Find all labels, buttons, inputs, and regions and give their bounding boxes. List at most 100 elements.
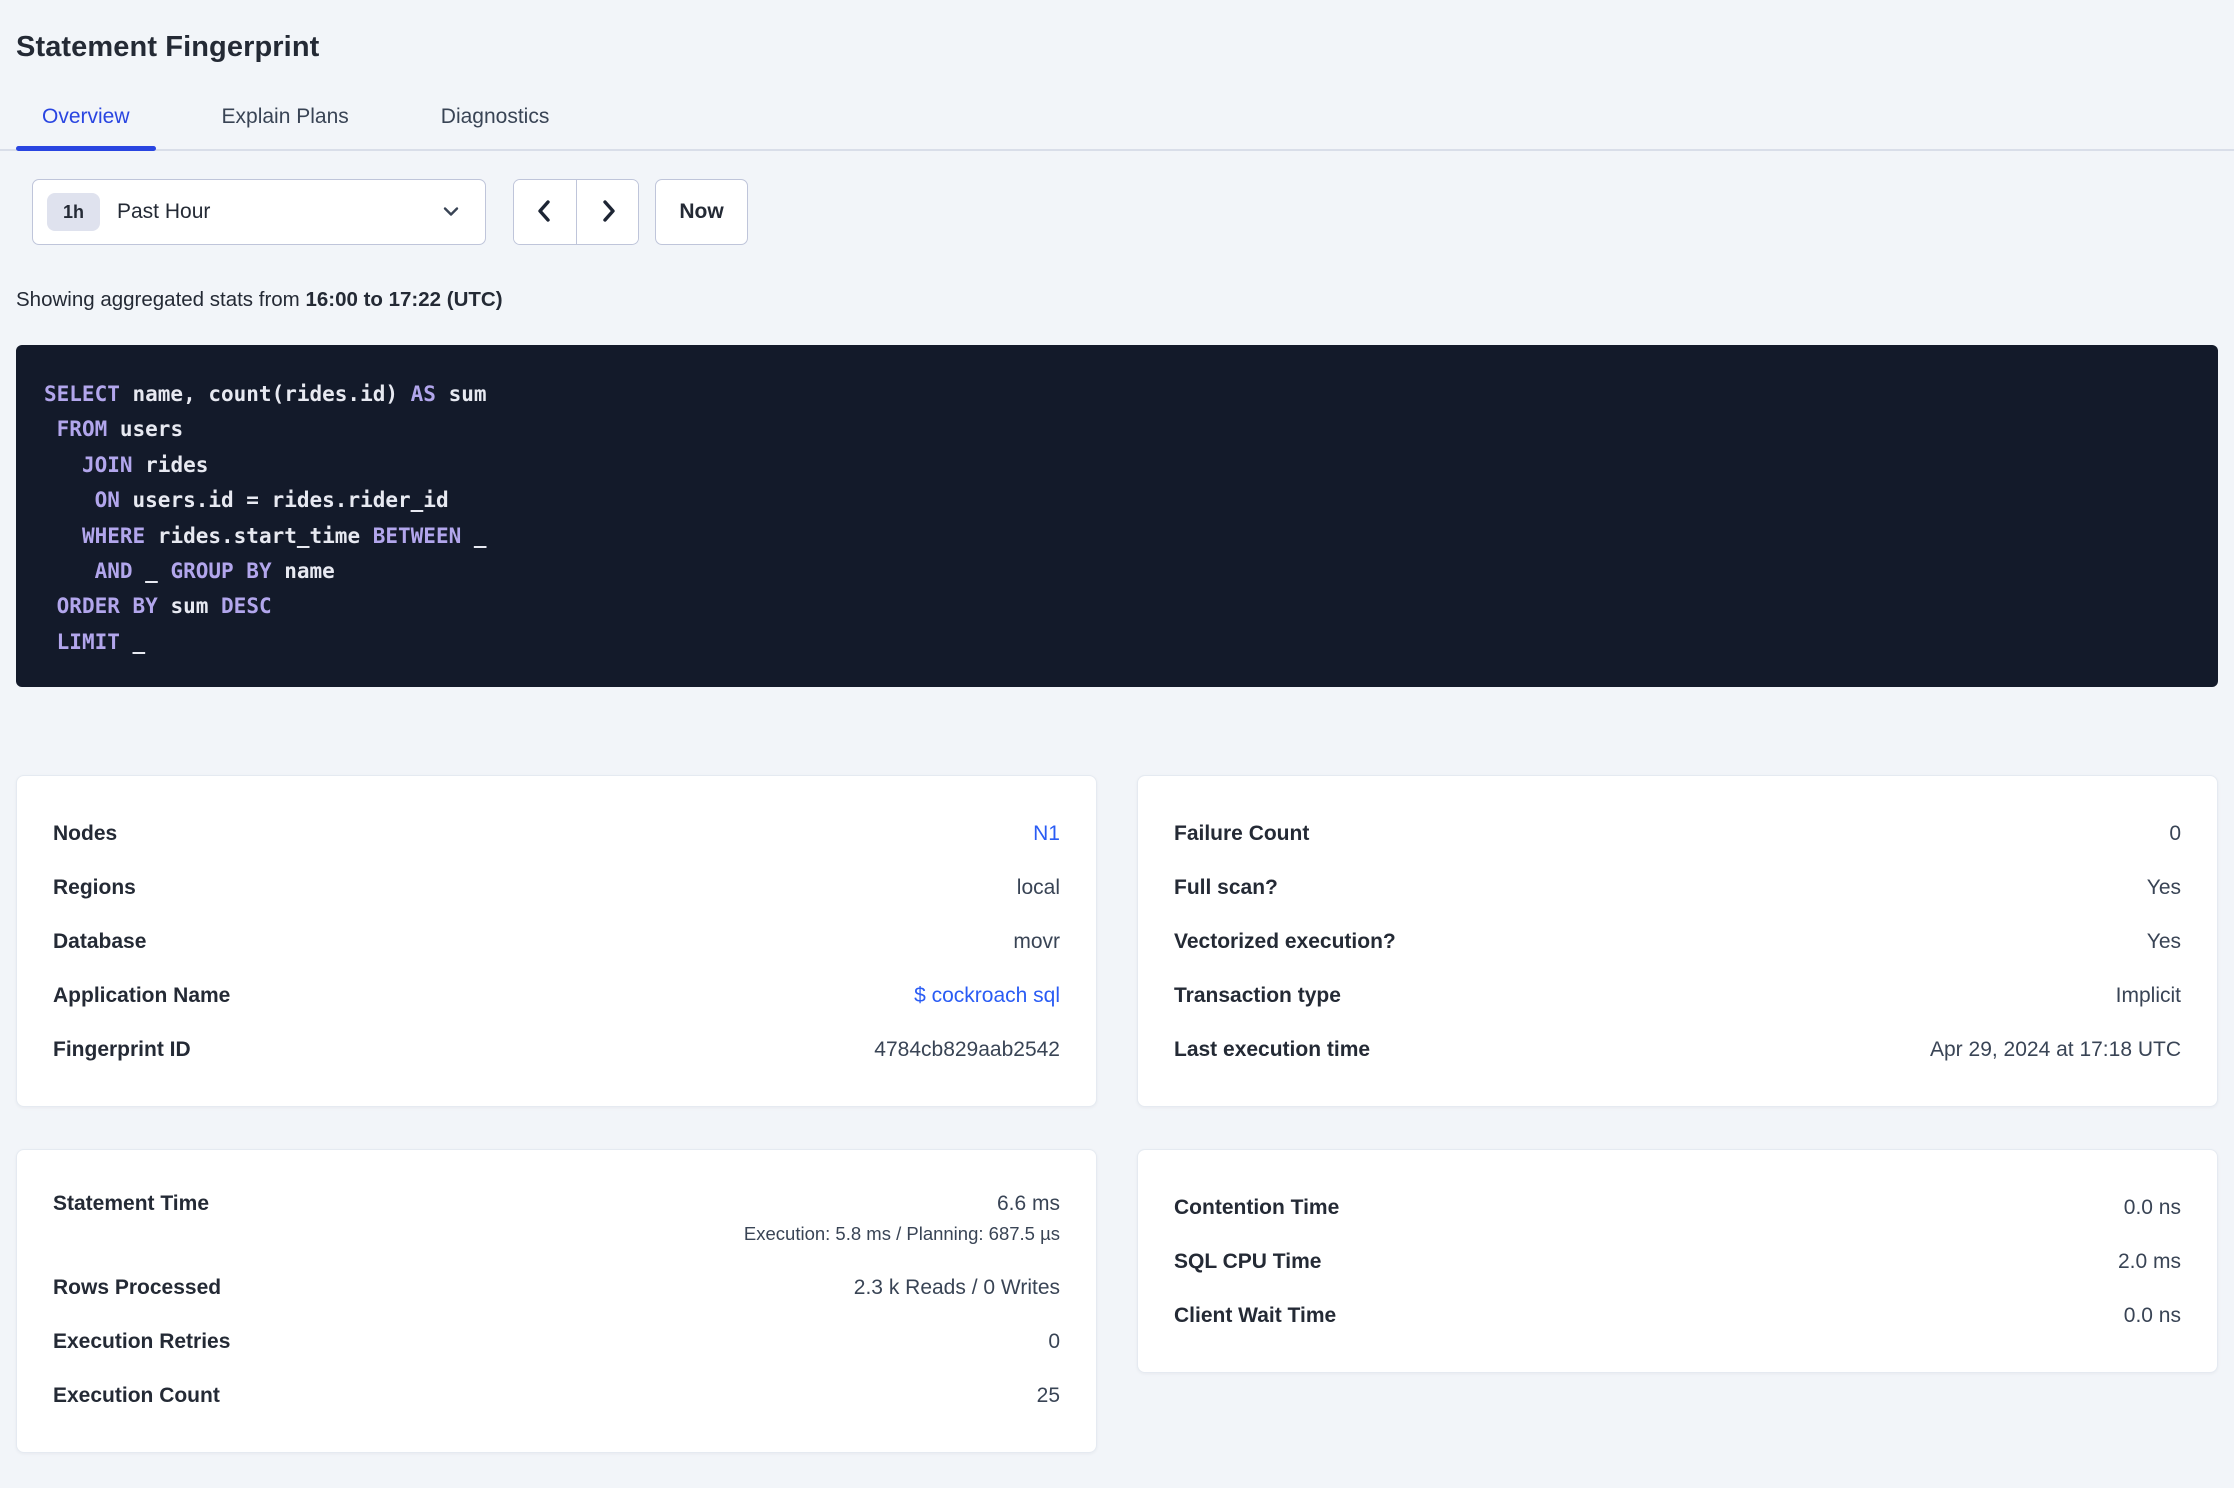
tab-explain-plans[interactable]: Explain Plans bbox=[196, 104, 375, 149]
row-value-wrap: 0 bbox=[2169, 817, 2181, 850]
row-regions: Regions local bbox=[53, 860, 1060, 914]
sql-text: name bbox=[271, 559, 335, 584]
row-value: 0.0 ns bbox=[2123, 1195, 2181, 1219]
sql-text: rides bbox=[132, 452, 209, 477]
stats-card: Nodes N1 Regions local Database movr Applicati… bbox=[16, 775, 1097, 1107]
row-database: Database movr bbox=[53, 914, 1060, 968]
row-value: 2.3 k Reads / 0 Writes bbox=[853, 1275, 1060, 1299]
row-value: Implicit bbox=[2115, 983, 2181, 1007]
row-label: Fingerprint ID bbox=[53, 1037, 191, 1061]
sql-text: _ bbox=[132, 559, 171, 584]
sql-line: JOIN rides bbox=[44, 448, 2190, 483]
nodes-link[interactable]: N1 bbox=[1033, 822, 1060, 845]
sql-keyword: ON bbox=[94, 488, 120, 513]
row-value-wrap: 6.6 ms Execution: 5.8 ms / Planning: 687.… bbox=[744, 1187, 1060, 1247]
row-value: 2.0 ms bbox=[2117, 1249, 2181, 1273]
row-value-wrap: 25 bbox=[1037, 1379, 1060, 1412]
time-range-dropdown[interactable]: 1h Past Hour bbox=[32, 179, 486, 245]
row-label: Statement Time bbox=[53, 1192, 209, 1215]
row-statement-time: Statement Time 6.6 ms Execution: 5.8 ms / … bbox=[53, 1180, 1060, 1260]
sql-keyword: SELECT bbox=[44, 382, 120, 406]
stats-line-prefix: Showing aggregated stats from bbox=[16, 288, 306, 311]
sql-text: users bbox=[107, 417, 184, 442]
page-title: Statement Fingerprint bbox=[16, 31, 320, 63]
sql-keyword: ORDER BY bbox=[56, 594, 158, 619]
row-application-name: Application Name $ cockroach sql bbox=[53, 968, 1060, 1022]
tab-bar: Overview Explain Plans Diagnostics bbox=[0, 104, 2234, 151]
chevron-right-icon bbox=[594, 197, 622, 228]
row-full-scan: Full scan? Yes bbox=[1174, 860, 2181, 914]
row-value: 4784cb829aab2542 bbox=[874, 1037, 1060, 1061]
timing-cards-row: Statement Time 6.6 ms Execution: 5.8 ms / … bbox=[16, 1149, 2218, 1453]
now-button[interactable]: Now bbox=[655, 179, 748, 245]
sql-text: users.id = rides.rider_id bbox=[119, 488, 449, 513]
row-label: Full scan? bbox=[1174, 875, 1278, 899]
row-value-wrap: local bbox=[1017, 871, 1060, 904]
row-value-wrap: 2.3 k Reads / 0 Writes bbox=[854, 1271, 1060, 1304]
sql-keyword: WHERE bbox=[81, 523, 146, 548]
row-value-wrap: 0.0 ns bbox=[2124, 1299, 2181, 1332]
sql-text: _ bbox=[461, 523, 487, 548]
sql-keyword: JOIN bbox=[81, 452, 133, 477]
application-name-link[interactable]: $ cockroach sql bbox=[914, 984, 1060, 1007]
tab-diagnostics[interactable]: Diagnostics bbox=[415, 104, 576, 149]
sql-text: sum bbox=[435, 382, 487, 406]
statement-fingerprint-page: Statement Fingerprint Overview Explain Pl… bbox=[0, 30, 2234, 1453]
sql-line: SELECT name, count(rides.id) AS sum bbox=[44, 377, 2190, 412]
sql-line: ORDER BY sum DESC bbox=[44, 589, 2190, 624]
row-label: Client Wait Time bbox=[1174, 1303, 1337, 1327]
stats-card: Statement Time 6.6 ms Execution: 5.8 ms / … bbox=[16, 1149, 1097, 1453]
row-value: local bbox=[1016, 875, 1060, 899]
sql-line: AND _ GROUP BY name bbox=[44, 554, 2190, 589]
tab-overview[interactable]: Overview bbox=[16, 104, 156, 151]
row-value: 0 bbox=[2169, 821, 2181, 845]
row-value-wrap: 4784cb829aab2542 bbox=[874, 1033, 1060, 1066]
sql-statement-text: SELECT name, count(rides.id) AS sum FROM… bbox=[44, 377, 2190, 660]
previous-time-button[interactable] bbox=[514, 180, 576, 244]
row-value: Yes bbox=[2146, 875, 2181, 899]
time-range-label: Past Hour bbox=[117, 200, 211, 223]
row-value-wrap: N1 bbox=[1033, 817, 1060, 850]
sql-keyword: LIMIT bbox=[56, 629, 120, 654]
row-execution-retries: Execution Retries 0 bbox=[53, 1314, 1060, 1368]
row-value-wrap: 2.0 ms bbox=[2118, 1245, 2181, 1278]
row-value-wrap: Yes bbox=[2147, 871, 2181, 904]
row-last-execution-time: Last execution time Apr 29, 2024 at 17:18… bbox=[1174, 1022, 2181, 1076]
row-value-wrap: Apr 29, 2024 at 17:18 UTC bbox=[1930, 1033, 2181, 1066]
sql-line: WHERE rides.start_time BETWEEN _ bbox=[44, 519, 2190, 554]
stats-card: Contention Time 0.0 ns SQL CPU Time 2.0 ms C… bbox=[1137, 1149, 2218, 1373]
sql-text: rides.start_time bbox=[145, 523, 373, 548]
row-sql-cpu-time: SQL CPU Time 2.0 ms bbox=[1174, 1234, 2181, 1288]
row-value-wrap: Implicit bbox=[2116, 979, 2181, 1012]
row-value: 25 bbox=[1036, 1383, 1060, 1407]
row-value: Apr 29, 2024 at 17:18 UTC bbox=[1930, 1037, 2181, 1061]
row-label: Nodes bbox=[53, 821, 118, 845]
row-label: Rows Processed bbox=[53, 1275, 222, 1299]
row-label: Application Name bbox=[53, 983, 231, 1007]
row-value: movr bbox=[1013, 929, 1060, 953]
row-label: Execution Retries bbox=[53, 1329, 231, 1353]
sql-keyword: AND bbox=[94, 559, 133, 584]
row-value-wrap: $ cockroach sql bbox=[914, 979, 1060, 1012]
sql-text: _ bbox=[119, 629, 146, 654]
sql-line: ON users.id = rides.rider_id bbox=[44, 483, 2190, 518]
row-label: Contention Time bbox=[1174, 1195, 1340, 1219]
sql-keyword: DESC bbox=[221, 594, 272, 619]
row-label: Transaction type bbox=[1174, 983, 1341, 1007]
aggregated-stats-line: Showing aggregated stats from 16:00 to 1… bbox=[16, 287, 2218, 313]
row-subvalue: Execution: 5.8 ms / Planning: 687.5 µs bbox=[743, 1223, 1060, 1244]
sql-keyword: AS bbox=[410, 382, 436, 406]
time-range-badge: 1h bbox=[47, 193, 100, 231]
row-label: Failure Count bbox=[1174, 821, 1310, 845]
row-client-wait-time: Client Wait Time 0.0 ns bbox=[1174, 1288, 2181, 1342]
sql-line: LIMIT _ bbox=[44, 625, 2190, 660]
row-value-wrap: Yes bbox=[2147, 925, 2181, 958]
sql-text: sum bbox=[157, 594, 222, 619]
row-value: 6.6 ms bbox=[996, 1192, 1060, 1215]
next-time-button[interactable] bbox=[576, 180, 638, 244]
row-label: SQL CPU Time bbox=[1174, 1249, 1322, 1273]
stats-card: Failure Count 0 Full scan? Yes Vectorized ex… bbox=[1137, 775, 2218, 1107]
row-execution-count: Execution Count 25 bbox=[53, 1368, 1060, 1422]
chevron-left-icon bbox=[531, 197, 559, 228]
sql-keyword: BETWEEN bbox=[372, 523, 462, 548]
